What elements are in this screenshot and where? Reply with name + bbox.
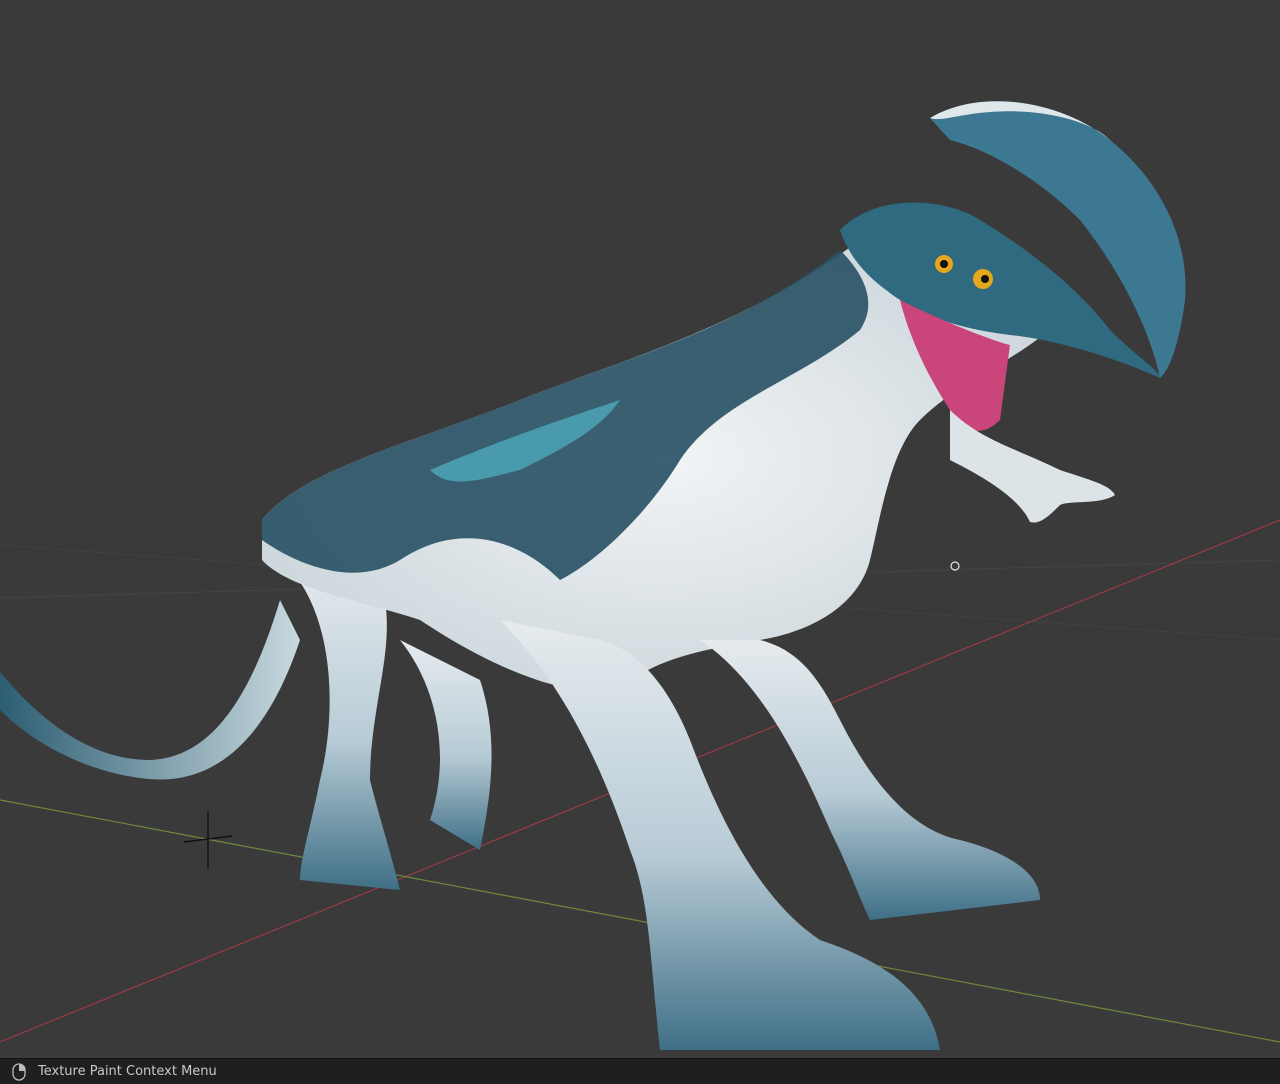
- status-context-text: Texture Paint Context Menu: [38, 1064, 217, 1079]
- creature-eye-left: [935, 255, 953, 273]
- mouse-right-click-icon: [12, 1062, 26, 1081]
- creature-model[interactable]: [0, 101, 1186, 1050]
- 3d-viewport[interactable]: [0, 0, 1280, 1058]
- brush-circle-cursor: [950, 561, 960, 571]
- creature-tail: [0, 600, 300, 780]
- viewport-canvas[interactable]: [0, 0, 1280, 1058]
- creature-back-leg-far: [400, 640, 492, 850]
- status-bar: Texture Paint Context Menu: [0, 1058, 1280, 1084]
- 3d-cursor-icon: [183, 812, 233, 868]
- creature-back-leg: [280, 560, 400, 890]
- creature-eye-right: [973, 269, 993, 289]
